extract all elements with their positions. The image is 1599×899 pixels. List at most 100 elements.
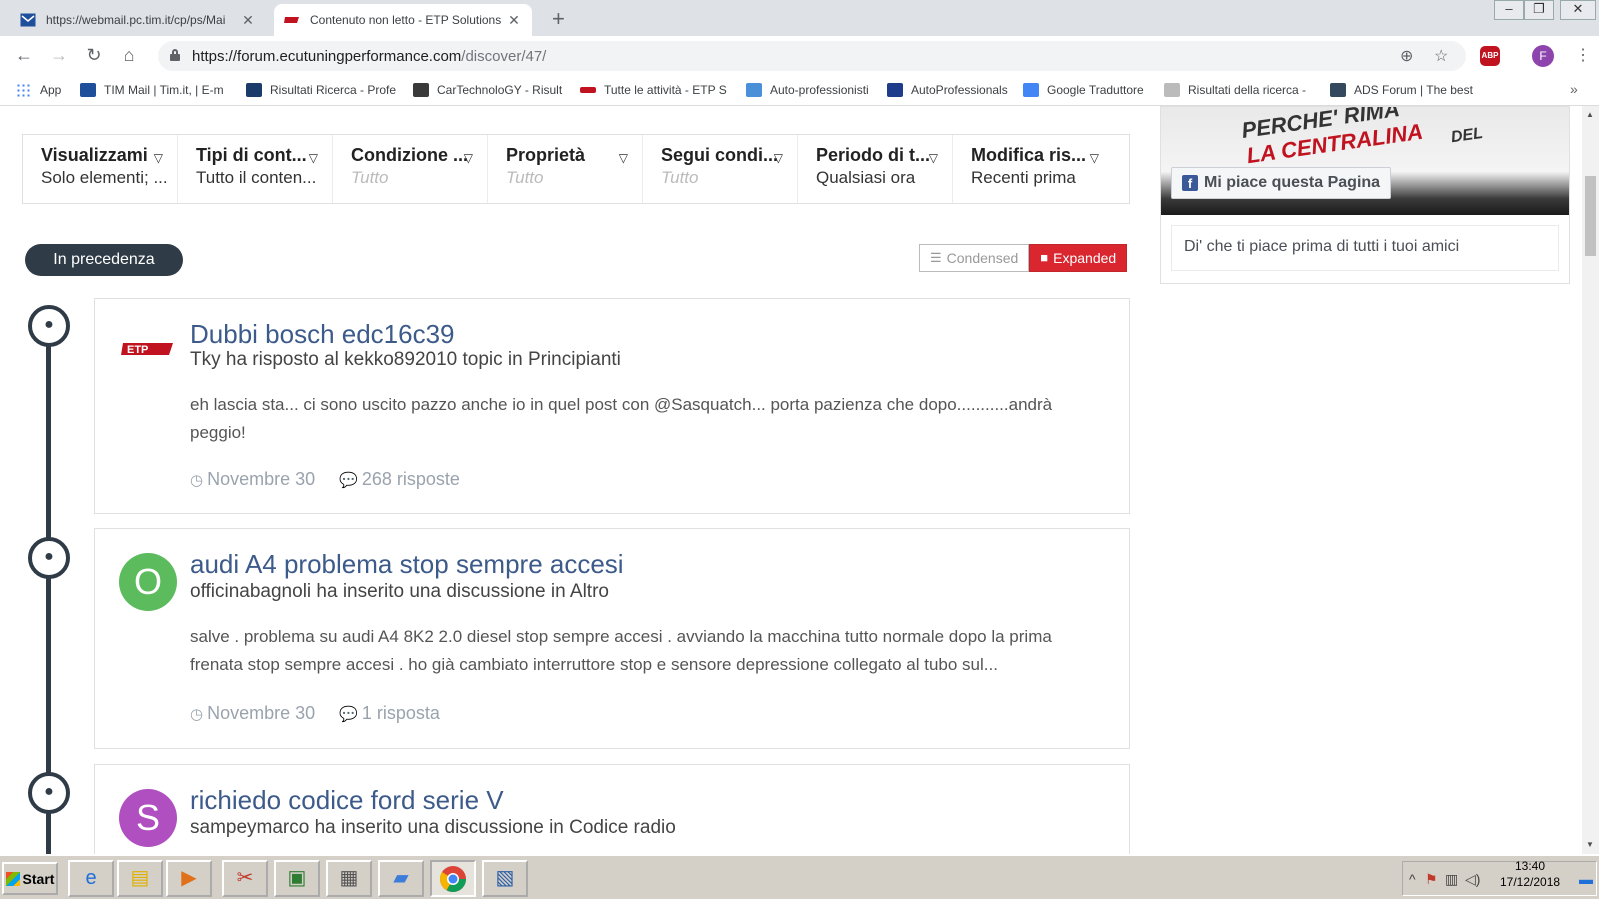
chevron-down-icon: ▽: [1089, 151, 1099, 165]
bookmark-item[interactable]: Google Traduttore: [1023, 83, 1144, 97]
post-excerpt: eh lascia sta... ci sono uscito pazzo an…: [190, 395, 1053, 442]
tab-webmail[interactable]: https://webmail.pc.tim.it/cp/ps/Mai ✕: [10, 4, 266, 36]
media-player-icon[interactable]: ▶: [166, 860, 212, 897]
post-meta: Tky ha risposto al kekko892010 topic in …: [190, 349, 621, 370]
close-tab-icon[interactable]: ✕: [240, 12, 256, 29]
home-icon[interactable]: ⌂: [117, 45, 141, 66]
filter-ownership[interactable]: Proprietà Tutto ▽: [488, 135, 643, 203]
activity-card: ETP Dubbi bosch edc16c39 Tky ha risposto…: [94, 298, 1130, 514]
network-icon[interactable]: ▥: [1445, 871, 1458, 888]
avatar[interactable]: S: [119, 789, 177, 847]
more-bookmarks-icon[interactable]: »: [1570, 81, 1578, 97]
star-icon[interactable]: ☆: [1434, 46, 1448, 66]
scroll-up-icon[interactable]: ▲: [1586, 110, 1594, 119]
bookmark-item[interactable]: AutoProfessionals: [887, 83, 1008, 97]
tab-title: https://webmail.pc.tim.it/cp/ps/Mai: [46, 13, 226, 27]
comments-icon: ●: [28, 537, 70, 579]
filter-time-period[interactable]: Periodo di t... Qualsiasi ora ▽: [798, 135, 953, 203]
mail-icon: [80, 83, 96, 97]
lock-icon: [170, 49, 180, 61]
svg-text:ETP: ETP: [127, 344, 148, 356]
chrome-icon[interactable]: [430, 860, 476, 897]
scrollbar-thumb[interactable]: [1585, 176, 1596, 256]
bookmark-item[interactable]: Risultati Ricerca - Profe: [246, 83, 396, 97]
forum-page: Visualizzami Solo elementi; ... ▽ Tipi d…: [0, 106, 1599, 854]
chrome-logo: [439, 866, 467, 893]
filter-condition[interactable]: Condizione ... Tutto ▽: [333, 135, 488, 203]
comments-icon: ●: [28, 772, 70, 814]
chevron-down-icon: ▽: [618, 151, 628, 165]
tab-etp[interactable]: Contenuto non letto - ETP Solutions ✕: [274, 4, 532, 36]
taskbar: Start e ▤ ▶ ✂ ▣ ▦ ▰ ▧ ^ ⚑ ▥ ◁) ▬ 13:40 1…: [0, 854, 1599, 899]
filter-sort[interactable]: Modifica ris... Recenti prima ▽: [953, 135, 1129, 203]
windows-logo-icon: [5, 871, 20, 886]
computer-icon[interactable]: ▣: [274, 860, 320, 897]
post-date[interactable]: Novembre 30: [207, 469, 315, 490]
zoom-icon[interactable]: ⊕: [1400, 46, 1413, 66]
facebook-friends-text[interactable]: Di' che ti piace prima di tutti i tuoi a…: [1171, 225, 1559, 271]
car-icon: [413, 83, 429, 97]
reply-count[interactable]: 1 risposta: [362, 703, 440, 724]
filter-show[interactable]: Visualizzami Solo elementi; ... ▽: [23, 135, 178, 203]
folder-icon[interactable]: ▤: [117, 860, 163, 897]
notepad-icon[interactable]: ▰: [378, 860, 424, 897]
tab-strip: https://webmail.pc.tim.it/cp/ps/Mai ✕ Co…: [0, 0, 1599, 36]
show-desktop-icon[interactable]: ▬: [1579, 871, 1593, 887]
avatar[interactable]: O: [119, 553, 177, 611]
volume-icon[interactable]: ◁): [1465, 871, 1480, 888]
filter-content-type[interactable]: Tipi di cont... Tutto il conten... ▽: [178, 135, 333, 203]
bookmark-item[interactable]: CarTechnoloGY - Risult: [413, 83, 562, 97]
close-tab-icon[interactable]: ✕: [506, 12, 522, 29]
reply-count[interactable]: 268 risposte: [362, 469, 460, 490]
bookmark-item[interactable]: Risultati della ricerca -: [1164, 83, 1306, 97]
post-title[interactable]: audi A4 problema stop sempre accesi: [190, 549, 624, 580]
etp-logo-icon: [580, 87, 596, 93]
bookmark-item[interactable]: TIM Mail | Tim.it, | E-m: [80, 83, 224, 97]
flag-icon[interactable]: ⚑: [1425, 871, 1438, 888]
list-icon: ☰: [930, 250, 942, 265]
post-date[interactable]: Novembre 30: [207, 703, 315, 724]
profile-avatar[interactable]: F: [1532, 45, 1554, 67]
etp-logo-icon: ETP: [121, 343, 173, 356]
back-icon[interactable]: ←: [12, 45, 36, 66]
bookmark-item[interactable]: Tutte le attività - ETP S: [580, 83, 727, 97]
post-title[interactable]: richiedo codice ford serie V: [190, 785, 504, 816]
close-window-icon[interactable]: ✕: [1560, 0, 1596, 20]
chevron-down-icon: ▽: [928, 151, 938, 165]
comment-icon: ●: [28, 305, 70, 347]
vertical-scrollbar[interactable]: ▲ ▼: [1582, 106, 1599, 854]
forward-icon[interactable]: →: [47, 45, 71, 66]
mail-icon: [20, 13, 36, 27]
picture-viewer-icon[interactable]: ▧: [482, 860, 528, 897]
tab-title: Contenuto non letto - ETP Solutions: [310, 13, 502, 27]
reload-icon[interactable]: ↻: [82, 45, 106, 66]
bookmark-icon: [1164, 83, 1180, 97]
bookmark-item[interactable]: App: [16, 83, 61, 97]
comment-icon: 💬: [339, 705, 358, 723]
scroll-down-icon[interactable]: ▼: [1586, 840, 1594, 849]
internet-explorer-icon[interactable]: e: [68, 860, 114, 897]
calculator-icon[interactable]: ▦: [326, 860, 372, 897]
facebook-like-button[interactable]: f Mi piace questa Pagina: [1171, 167, 1392, 199]
start-button[interactable]: Start: [2, 862, 58, 895]
minimize-icon[interactable]: –: [1494, 0, 1524, 20]
address-bar[interactable]: https://forum.ecutuningperformance.com/d…: [158, 41, 1466, 71]
load-previous-button[interactable]: In precedenza: [25, 244, 183, 276]
bookmark-item[interactable]: ADS Forum | The best: [1330, 83, 1473, 97]
post-title[interactable]: Dubbi bosch edc16c39: [190, 319, 455, 350]
chevron-up-icon[interactable]: ^: [1409, 871, 1416, 887]
filter-follow[interactable]: Segui condi... Tutto ▽: [643, 135, 798, 203]
restore-icon[interactable]: ❐: [1524, 0, 1554, 20]
clock[interactable]: 13:40 17/12/2018: [1500, 858, 1560, 890]
post-excerpt: salve . problema su audi A4 8K2 2.0 dies…: [190, 627, 1052, 674]
bookmark-icon: [246, 83, 262, 97]
bookmark-item[interactable]: Auto-professionisti: [746, 83, 869, 97]
screen: https://webmail.pc.tim.it/cp/ps/Mai ✕ Co…: [0, 0, 1599, 899]
adblock-icon[interactable]: ABP: [1480, 46, 1500, 66]
snipping-tool-icon[interactable]: ✂: [222, 860, 268, 897]
menu-icon[interactable]: ⋮: [1575, 45, 1591, 65]
expanded-view-button[interactable]: ■ Expanded: [1029, 244, 1128, 272]
url-text: https://forum.ecutuningperformance.com/d…: [192, 48, 547, 65]
condensed-view-button[interactable]: ☰ Condensed: [919, 244, 1030, 272]
new-tab-button[interactable]: +: [552, 6, 565, 32]
